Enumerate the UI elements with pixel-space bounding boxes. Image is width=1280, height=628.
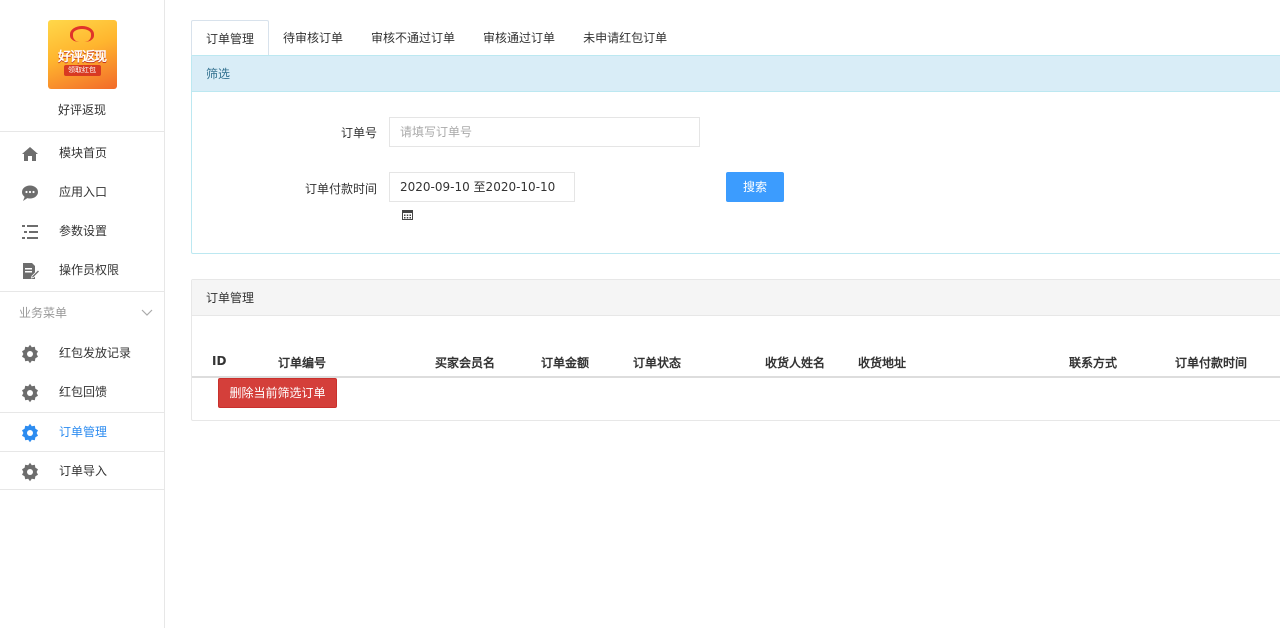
sidebar-item-settings[interactable]: 参数设置 xyxy=(0,212,164,251)
tab-review-approved[interactable]: 审核通过订单 xyxy=(469,20,569,56)
paytime-range-picker[interactable]: 2020-09-10 至2020-10-10 xyxy=(389,172,575,220)
sidebar-item-order-import[interactable]: 订单导入 xyxy=(0,451,164,490)
brand-name: 好评返现 xyxy=(57,103,106,117)
tab-pending-review[interactable]: 待审核订单 xyxy=(269,20,357,56)
app-window: 好评返现 领取红包 好评返现 模块首页 应用入口 参数设置 操作员权限 业务菜单… xyxy=(0,0,1280,628)
list-icon xyxy=(22,225,38,239)
filter-panel-title: 筛选 xyxy=(192,56,1280,92)
search-button[interactable]: 搜索 xyxy=(726,172,784,202)
sidebar-item-label: 应用入口 xyxy=(59,185,108,199)
column-header-buyer: 买家会员名 xyxy=(435,356,496,370)
tab-order-management[interactable]: 订单管理 xyxy=(191,20,270,56)
gear-icon xyxy=(22,383,38,403)
sidebar-item-label: 红包发放记录 xyxy=(59,346,132,360)
delete-filtered-orders-button[interactable]: 删除当前筛选订单 xyxy=(218,378,337,408)
gift-bow-icon xyxy=(69,26,94,42)
tab-no-redpacket-applied[interactable]: 未申请红包订单 xyxy=(569,20,681,56)
sidebar-item-label: 参数设置 xyxy=(59,224,108,238)
sidebar-item-label: 订单导入 xyxy=(59,464,108,478)
column-header-receiver: 收货人姓名 xyxy=(765,356,826,370)
column-header-id: ID xyxy=(212,354,227,368)
column-header-amount: 订单金额 xyxy=(541,356,590,370)
orders-table-header: ID 订单编号 买家会员名 订单金额 订单状态 收货人姓名 收货地址 联系方式 … xyxy=(192,348,1280,378)
home-icon xyxy=(22,147,38,161)
column-header-contact: 联系方式 xyxy=(1069,356,1118,370)
gear-icon xyxy=(22,462,38,482)
edit-document-icon xyxy=(23,263,40,279)
sidebar-item-home[interactable]: 模块首页 xyxy=(0,134,164,173)
logo-text: 好评返现 xyxy=(57,50,107,65)
logo-subtext: 领取红包 xyxy=(63,65,101,76)
sidebar-item-label: 模块首页 xyxy=(59,146,108,160)
orders-panel-title: 订单管理 xyxy=(192,280,1280,316)
column-header-status: 订单状态 xyxy=(633,356,682,370)
paytime-range-value: 2020-09-10 至2020-10-10 xyxy=(400,180,556,194)
orders-panel: 订单管理 ID 订单编号 买家会员名 订单金额 订单状态 收货人姓名 收货地址 … xyxy=(191,279,1280,421)
chevron-down-icon xyxy=(141,309,153,316)
sidebar-item-label: 订单管理 xyxy=(59,425,108,439)
sidebar-item-app-entry[interactable]: 应用入口 xyxy=(0,173,164,212)
sidebar-item-label: 红包回馈 xyxy=(59,385,108,399)
order-no-input[interactable] xyxy=(389,117,700,147)
column-header-paytime: 订单付款时间 xyxy=(1175,356,1248,370)
sidebar-item-order-management[interactable]: 订单管理 xyxy=(0,412,164,451)
app-logo: 好评返现 领取红包 xyxy=(47,20,117,89)
paytime-label: 订单付款时间 xyxy=(304,182,377,196)
brand: 好评返现 领取红包 好评返现 xyxy=(0,0,164,132)
column-header-address: 收货地址 xyxy=(858,356,907,370)
sidebar-item-redpacket-feedback[interactable]: 红包回馈 xyxy=(0,373,164,412)
section-business-menu[interactable]: 业务菜单 xyxy=(0,292,164,334)
sidebar-item-label: 操作员权限 xyxy=(59,263,120,277)
tab-review-rejected[interactable]: 审核不通过订单 xyxy=(357,20,469,56)
sidebar-item-operator-permissions[interactable]: 操作员权限 xyxy=(0,251,164,290)
chat-icon xyxy=(22,185,38,201)
calendar-icon xyxy=(402,210,413,220)
sidebar: 好评返现 领取红包 好评返现 模块首页 应用入口 参数设置 操作员权限 业务菜单… xyxy=(0,0,165,628)
column-header-order-no: 订单编号 xyxy=(278,356,327,370)
order-tabs: 订单管理 待审核订单 审核不通过订单 审核通过订单 未申请红包订单 xyxy=(191,20,681,56)
menu-group-main: 模块首页 应用入口 参数设置 操作员权限 xyxy=(0,132,164,292)
main-content: 订单管理 待审核订单 审核不通过订单 审核通过订单 未申请红包订单 筛选 订单号… xyxy=(191,0,1280,628)
filter-panel: 筛选 订单号 订单付款时间 2020-09-10 至2020-10-10 搜索 xyxy=(191,55,1280,254)
gear-icon xyxy=(22,423,38,443)
section-title: 业务菜单 xyxy=(19,306,68,320)
sidebar-item-redpacket-records[interactable]: 红包发放记录 xyxy=(0,334,164,373)
order-no-label: 订单号 xyxy=(340,126,377,140)
gear-icon xyxy=(22,344,38,364)
